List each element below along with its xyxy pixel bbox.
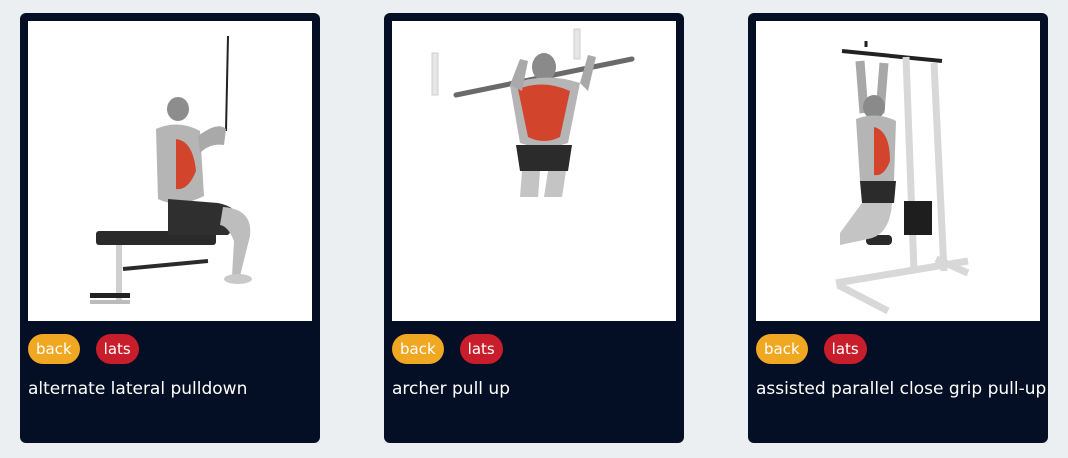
target-muscle-tag[interactable]: lats [823,334,867,364]
exercise-name: assisted parallel close grip pull-up [756,379,1047,399]
tag-row: back lats [756,334,867,364]
exercise-grid: back lats alternate lateral pulldown bac… [20,13,1048,443]
target-muscle-tag[interactable]: lats [95,334,139,364]
assisted-pull-up-illustration-icon [756,21,1040,321]
tag-row: back lats [28,334,139,364]
exercise-card[interactable]: back lats archer pull up [384,13,684,443]
lat-pulldown-illustration-icon [28,21,312,321]
body-part-tag[interactable]: back [756,334,808,364]
body-part-tag[interactable]: back [392,334,444,364]
target-muscle-tag[interactable]: lats [459,334,503,364]
exercise-card[interactable]: back lats alternate lateral pulldown [20,13,320,443]
exercise-card[interactable]: back lats assisted parallel close grip p… [748,13,1048,443]
exercise-name: archer pull up [392,379,510,399]
pull-up-illustration-icon [392,21,676,321]
tag-row: back lats [392,334,503,364]
body-part-tag[interactable]: back [28,334,80,364]
exercise-name: alternate lateral pulldown [28,379,248,399]
